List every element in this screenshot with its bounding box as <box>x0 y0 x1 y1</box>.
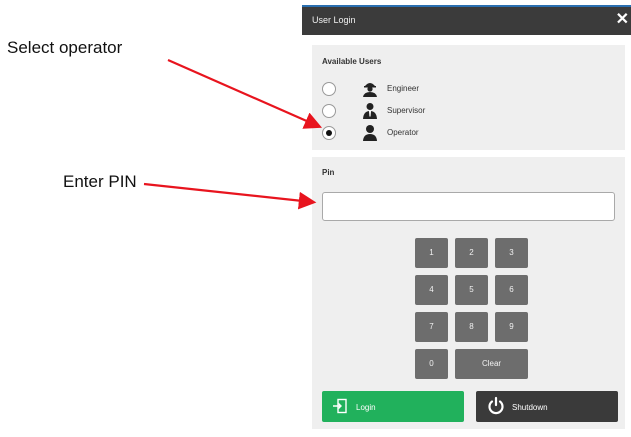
shutdown-button[interactable]: Shutdown <box>476 391 618 422</box>
available-users-heading: Available Users <box>322 57 382 66</box>
pin-heading: Pin <box>322 168 335 177</box>
engineer-label: Engineer <box>387 84 420 93</box>
shutdown-label: Shutdown <box>512 403 548 412</box>
dialog-title: User Login <box>312 15 356 25</box>
select-operator-arrow <box>167 58 323 129</box>
dialog-titlebar: User Login ✕ <box>302 5 631 35</box>
supervisor-radio[interactable] <box>322 104 336 118</box>
pin-input[interactable] <box>322 192 615 221</box>
supervisor-label: Supervisor <box>387 106 426 115</box>
keypad-key-6[interactable]: 6 <box>495 275 528 305</box>
enter-pin-callout: Enter PIN <box>63 172 137 191</box>
user-option-engineer[interactable]: Engineer <box>322 79 522 99</box>
keypad-key-3[interactable]: 3 <box>495 238 528 268</box>
user-login-dialog: User Login ✕ Available Users Engineer Su… <box>302 5 631 433</box>
close-icon[interactable]: ✕ <box>616 10 629 30</box>
keypad-clear-button[interactable]: Clear <box>455 349 528 379</box>
operator-icon <box>363 125 377 141</box>
user-option-supervisor[interactable]: Supervisor <box>322 101 522 121</box>
keypad-key-5[interactable]: 5 <box>455 275 488 305</box>
keypad-key-7[interactable]: 7 <box>415 312 448 342</box>
operator-radio[interactable] <box>322 126 336 140</box>
supervisor-icon <box>363 103 377 119</box>
login-icon <box>333 398 347 414</box>
power-icon <box>488 396 504 415</box>
engineer-icon <box>363 83 377 97</box>
keypad-key-2[interactable]: 2 <box>455 238 488 268</box>
keypad-key-9[interactable]: 9 <box>495 312 528 342</box>
operator-label: Operator <box>387 128 419 137</box>
user-option-operator[interactable]: Operator <box>322 123 522 143</box>
available-users-panel: Available Users Engineer Supervisor Oper… <box>312 45 625 150</box>
keypad-key-1[interactable]: 1 <box>415 238 448 268</box>
keypad-key-0[interactable]: 0 <box>415 349 448 379</box>
select-operator-callout: Select operator <box>7 38 123 57</box>
keypad-key-4[interactable]: 4 <box>415 275 448 305</box>
engineer-radio[interactable] <box>322 82 336 96</box>
login-label: Login <box>356 403 376 412</box>
enter-pin-arrow <box>143 182 317 210</box>
login-button[interactable]: Login <box>322 391 464 422</box>
pin-panel: Pin 1 2 3 4 5 6 7 8 9 0 Clear Login Shut… <box>312 157 625 429</box>
keypad-key-8[interactable]: 8 <box>455 312 488 342</box>
